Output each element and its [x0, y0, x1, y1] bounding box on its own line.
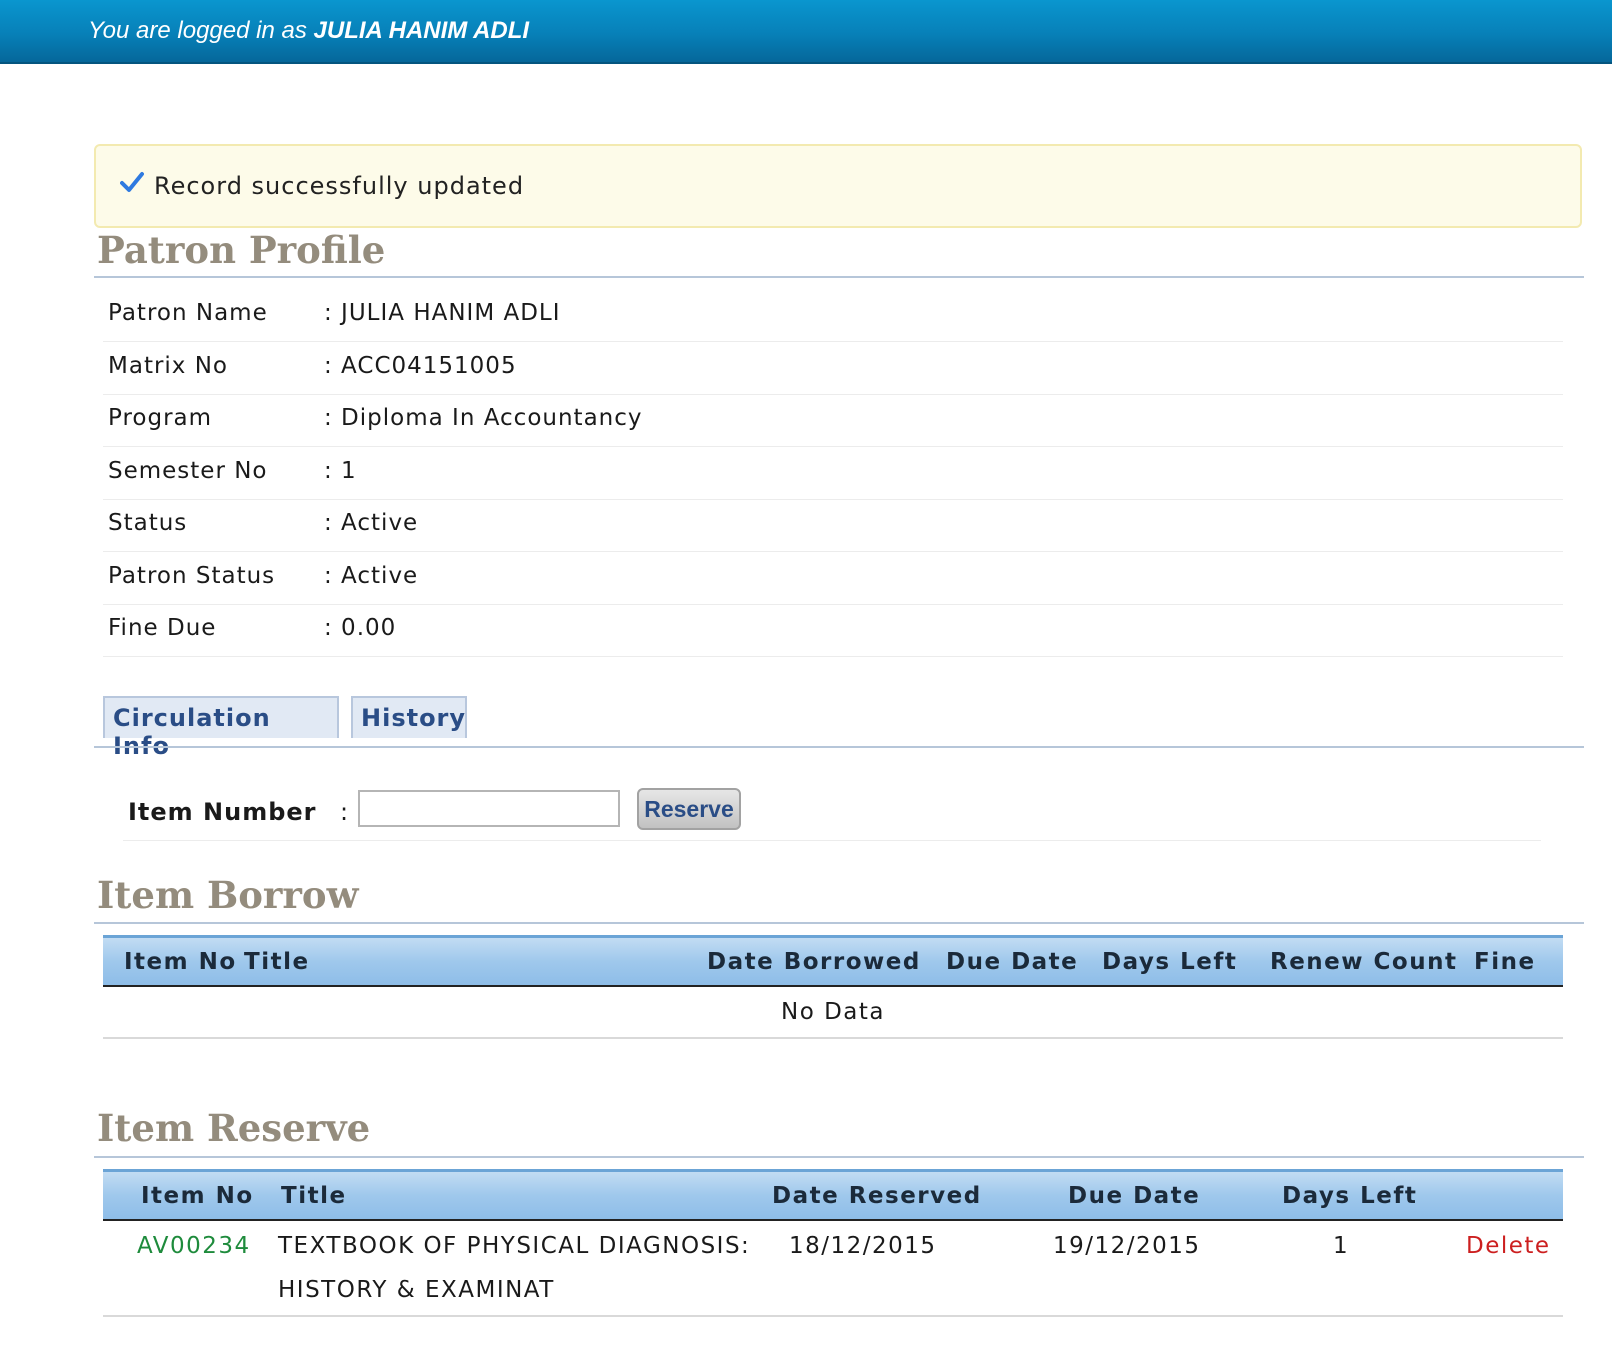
divider	[94, 922, 1584, 924]
check-icon	[120, 172, 144, 192]
login-prefix: You are logged in as	[88, 17, 307, 44]
col-title: Title	[281, 1183, 347, 1209]
profile-row-status: Status : Active	[103, 497, 1563, 552]
col-item-no: Item No	[141, 1183, 254, 1209]
profile-label: Program	[108, 405, 213, 431]
reserve-button[interactable]: Reserve	[637, 788, 741, 830]
item-number-label: Item Number	[128, 798, 317, 826]
profile-row-program: Program : Diploma In Accountancy	[103, 392, 1563, 447]
borrow-table-header: Item No Title Date Borrowed Due Date Day…	[103, 935, 1563, 987]
profile-row-patron-name: Patron Name : JULIA HANIM ADLI	[103, 287, 1563, 342]
item-reserve-heading: Item Reserve	[97, 1106, 371, 1150]
delete-link[interactable]: Delete	[1466, 1233, 1551, 1259]
profile-value: : 1	[324, 458, 357, 484]
col-item-no: Item No	[124, 949, 237, 975]
table-row: AV00234 TEXTBOOK OF PHYSICAL DIAGNOSIS: …	[103, 1221, 1563, 1317]
tab-label: History	[361, 704, 467, 732]
patron-profile-heading: Patron Profile	[97, 228, 386, 272]
logged-in-user: JULIA HANIM ADLI	[313, 17, 530, 44]
col-date-borrowed: Date Borrowed	[707, 949, 921, 975]
borrow-empty-row: No Data	[103, 987, 1563, 1039]
days-left: 1	[1333, 1233, 1350, 1259]
alert-message: Record successfully updated	[154, 172, 525, 200]
title-line-2: HISTORY & EXAMINAT	[278, 1277, 555, 1303]
profile-label: Patron Name	[108, 300, 268, 326]
col-days-left: Days Left	[1102, 949, 1238, 975]
reserve-table-header: Item No Title Date Reserved Due Date Day…	[103, 1169, 1563, 1221]
item-borrow-heading: Item Borrow	[97, 873, 359, 917]
due-date: 19/12/2015	[1053, 1233, 1201, 1259]
top-bar: You are logged in as JULIA HANIM ADLI	[0, 0, 1612, 64]
profile-label: Semester No	[108, 458, 268, 484]
no-data-text: No Data	[780, 999, 885, 1025]
profile-row-patron-status: Patron Status : Active	[103, 550, 1563, 605]
profile-row-matrix-no: Matrix No : ACC04151005	[103, 340, 1563, 395]
col-due-date: Due Date	[946, 949, 1079, 975]
col-fine: Fine	[1474, 949, 1536, 975]
item-number-colon: :	[340, 798, 349, 826]
login-status: You are logged in as JULIA HANIM ADLI	[88, 17, 529, 45]
item-number-input[interactable]	[358, 790, 620, 827]
profile-value: : Active	[324, 510, 419, 536]
profile-label: Fine Due	[108, 615, 217, 641]
divider	[94, 276, 1584, 278]
profile-row-fine-due: Fine Due : 0.00	[103, 602, 1563, 657]
col-renew-count: Renew Count	[1270, 949, 1458, 975]
col-days-left: Days Left	[1282, 1183, 1418, 1209]
profile-value: : 0.00	[324, 615, 397, 641]
tab-history[interactable]: History	[351, 696, 467, 738]
profile-label: Matrix No	[108, 353, 229, 379]
col-title: Title	[244, 949, 310, 975]
profile-value: : Active	[324, 563, 419, 589]
profile-value: : Diploma In Accountancy	[324, 405, 643, 431]
success-alert: Record successfully updated	[94, 144, 1582, 228]
profile-label: Patron Status	[108, 563, 276, 589]
profile-label: Status	[108, 510, 188, 536]
title-line-1: TEXTBOOK OF PHYSICAL DIAGNOSIS:	[278, 1233, 751, 1259]
tab-label: Circulation Info	[113, 704, 271, 760]
tab-circulation-info[interactable]: Circulation Info	[103, 696, 339, 760]
profile-value: : JULIA HANIM ADLI	[324, 300, 561, 326]
profile-value: : ACC04151005	[324, 353, 517, 379]
divider	[94, 1156, 1584, 1158]
col-due-date: Due Date	[1068, 1183, 1201, 1209]
tabs-divider	[94, 746, 1584, 748]
item-no-link[interactable]: AV00234	[137, 1233, 251, 1259]
col-date-reserved: Date Reserved	[772, 1183, 982, 1209]
profile-row-semester-no: Semester No : 1	[103, 445, 1563, 500]
reserve-form: Item Number : Reserve	[123, 788, 1541, 841]
date-reserved: 18/12/2015	[789, 1233, 937, 1259]
